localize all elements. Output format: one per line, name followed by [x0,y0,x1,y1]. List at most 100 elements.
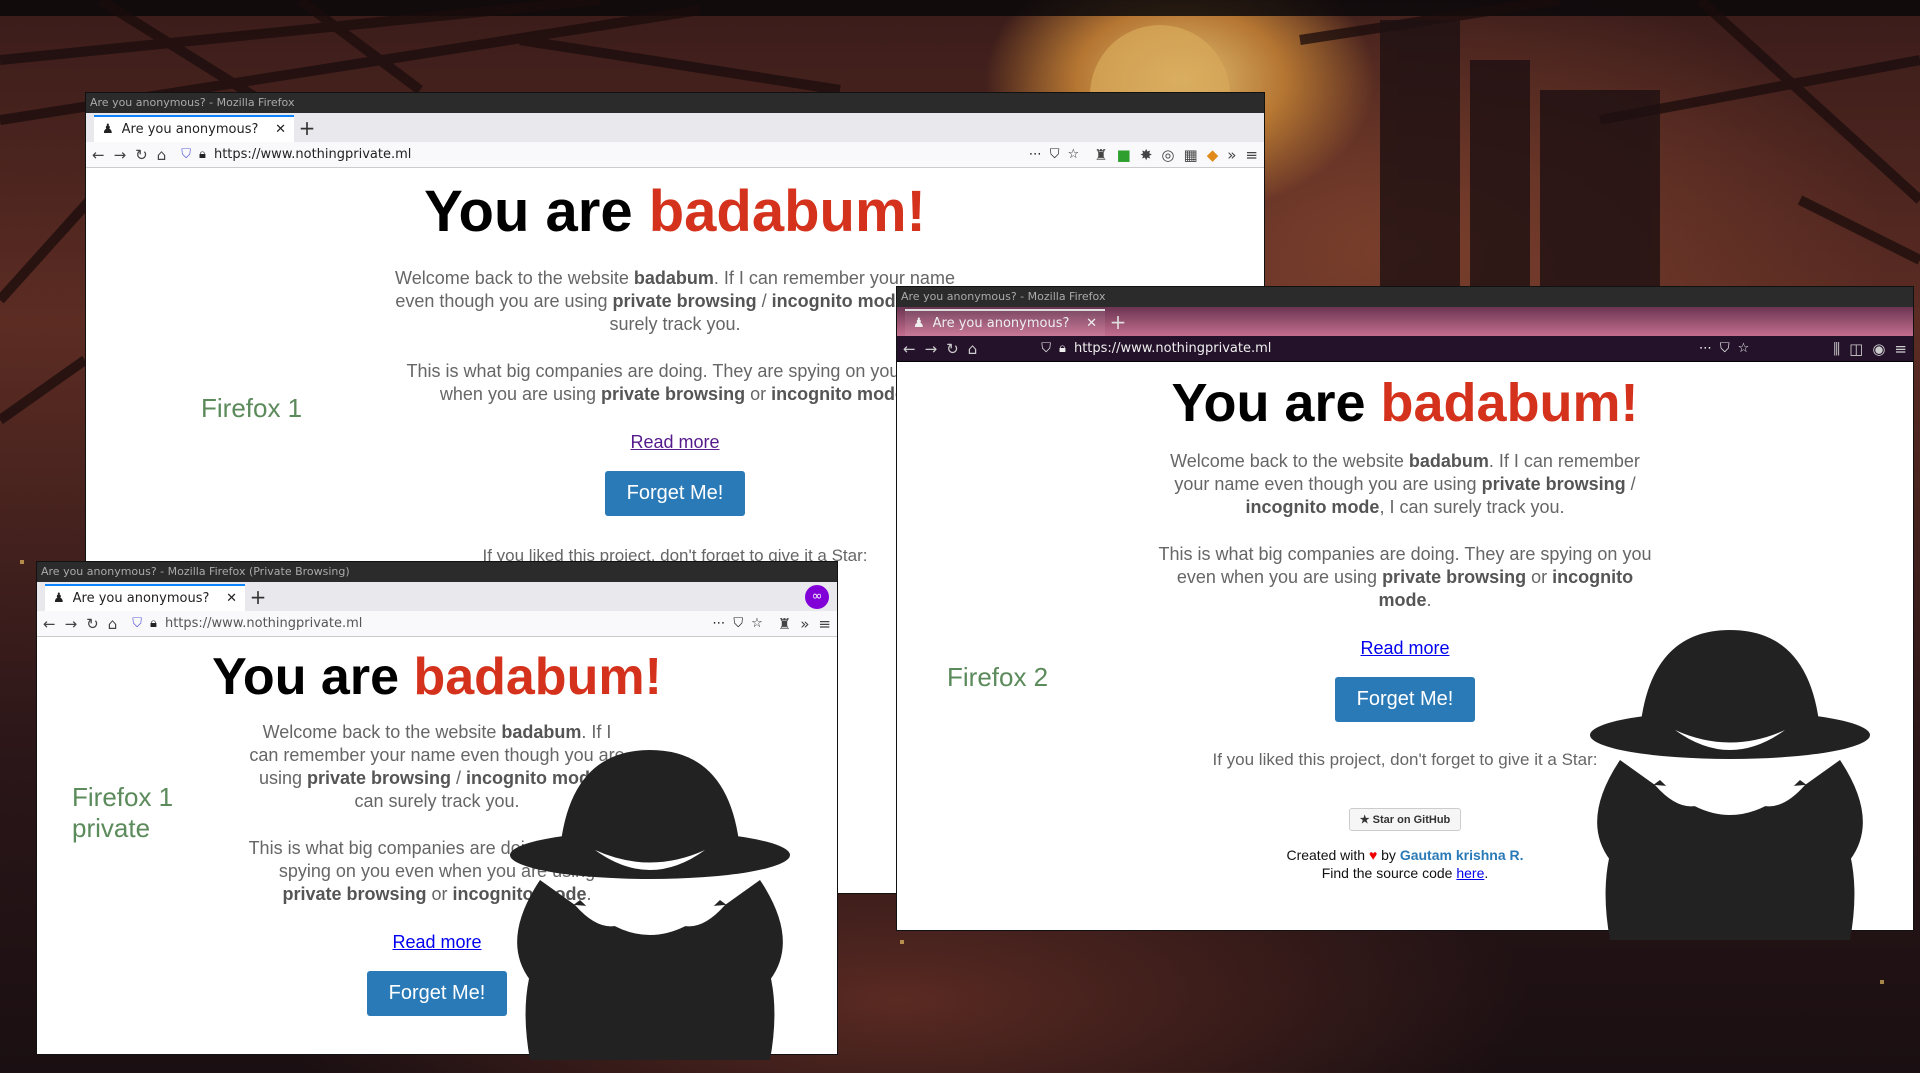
window-title: Are you anonymous? - Mozilla Firefox [897,287,1913,307]
url-text: https://www.nothingprivate.ml [1073,341,1272,356]
lock-icon: 🔒︎ [199,147,206,162]
or-text: or [745,384,772,404]
green-extension-icon[interactable]: ■ [1117,146,1131,164]
tab-anonymous[interactable]: ♟ Are you anonymous? ✕ [905,309,1105,336]
spying-text: This is what big companies are doing. Th… [1155,543,1655,612]
close-tab-icon[interactable]: ✕ [275,122,286,137]
pocket-icon[interactable]: ⛉ [1720,341,1730,356]
heading-name: badabum! [1380,373,1639,433]
spiral-extension-icon[interactable]: ◎ [1161,146,1174,164]
reload-icon[interactable]: ↻ [86,615,99,633]
shield-icon[interactable]: ⛉ [132,616,142,631]
sidebar-icon[interactable]: ◫ [1849,340,1863,358]
created-text: Created with [1286,847,1366,863]
welcome-text: Welcome back to the website badabum. If … [395,267,955,336]
new-tab-button[interactable]: + [1105,310,1131,336]
url-bar[interactable]: ⛉ 🔒︎ https://www.nothingprivate.ml ⋯ ⛉ ☆ [126,613,769,635]
bug-extension-icon[interactable]: ✸ [1140,146,1153,164]
or-text: or [1526,567,1553,587]
forget-me-button[interactable]: Forget Me! [1334,677,1476,722]
close-tab-icon[interactable]: ✕ [1086,316,1097,331]
tab-title: Are you anonymous? [72,591,210,606]
forget-me-button[interactable]: Forget Me! [604,471,746,516]
home-icon[interactable]: ⌂ [108,615,118,633]
source-link[interactable]: here [1456,865,1484,881]
bookmark-star-icon[interactable]: ☆ [1738,341,1750,356]
welcome-name: badabum [1408,451,1489,471]
heart-icon: ♥ [1368,847,1378,863]
overflow-chevron-icon[interactable]: » [1227,146,1236,164]
pb-text: private browsing [1481,474,1626,494]
shield-icon[interactable]: ⛉ [181,147,191,162]
tab-strip: ♟ Are you anonymous? ✕ + [897,307,1913,336]
source-end: . [1484,865,1489,881]
read-more-link[interactable]: Read more [392,932,481,952]
bookmark-star-icon[interactable]: ☆ [1068,147,1080,162]
read-more-link[interactable]: Read more [1360,638,1449,658]
back-icon[interactable]: ← [92,146,105,164]
reload-icon[interactable]: ↻ [135,146,148,164]
lock-icon: 🔒︎ [1059,341,1066,356]
heading-prefix: You are [1171,373,1366,433]
new-tab-button[interactable]: + [294,116,320,142]
tab-anonymous[interactable]: ♟ Are you anonymous? ✕ [94,115,294,142]
star-on-github-button[interactable]: ★ Star on GitHub [1348,808,1462,831]
grid-extension-icon[interactable]: ▦ [1184,146,1198,164]
shield-icon[interactable]: ⛉ [1041,341,1051,356]
page-actions-icon[interactable]: ⋯ [712,616,725,631]
overflow-chevron-icon[interactable]: » [800,615,809,633]
pocket-icon[interactable]: ⛉ [1050,147,1060,162]
library-icon[interactable]: ⫼ [1833,340,1840,358]
reload-icon[interactable]: ↻ [946,340,959,358]
tab-title: Are you anonymous? [932,316,1070,331]
window-title: Are you anonymous? - Mozilla Firefox (Pr… [37,562,837,582]
back-icon[interactable]: ← [903,340,916,358]
period: . [1426,590,1432,610]
incognito-spy-icon [510,750,790,1060]
menu-hamburger-icon[interactable]: ≡ [1894,340,1907,358]
slash: / [1625,474,1636,494]
star-button-label: Star on GitHub [1372,814,1451,826]
incognito-spy-icon [1590,630,1870,940]
account-icon[interactable]: ◉ [1872,340,1885,358]
url-text: https://www.nothingprivate.ml [164,616,363,631]
incognito-text: incognito mode [1245,497,1380,517]
url-bar[interactable]: ⛉ 🔒︎ https://www.nothingprivate.ml ⋯ ⛉ ☆ [175,144,1085,166]
pb-text: private browsing [1382,567,1527,587]
back-icon[interactable]: ← [43,615,56,633]
home-icon[interactable]: ⌂ [157,146,167,164]
page-actions-icon[interactable]: ⋯ [1029,147,1042,162]
private-browsing-mask-icon: ∞ [805,585,829,609]
forward-icon[interactable]: → [65,615,78,633]
extension-icon[interactable]: ♜ [1094,146,1107,164]
tab-title: Are you anonymous? [121,122,259,137]
forward-icon[interactable]: → [114,146,127,164]
url-text: https://www.nothingprivate.ml [213,147,412,162]
pb-text: private browsing [601,384,746,404]
forward-icon[interactable]: → [925,340,938,358]
menu-hamburger-icon[interactable]: ≡ [818,615,831,633]
menu-hamburger-icon[interactable]: ≡ [1245,146,1258,164]
welcome-name: badabum [633,268,714,288]
url-bar[interactable]: ⛉ 🔒︎ https://www.nothingprivate.ml ⋯ ⛉ ☆ [1035,338,1755,360]
close-tab-icon[interactable]: ✕ [226,591,237,606]
or-text: or [426,884,453,904]
bookmark-star-icon[interactable]: ☆ [751,616,763,631]
author-link[interactable]: Gautam krishna R. [1400,847,1524,863]
page-actions-icon[interactable]: ⋯ [1699,341,1712,356]
tab-anonymous[interactable]: ♟ Are you anonymous? ✕ [45,584,245,611]
new-tab-button[interactable]: + [245,585,271,611]
pocket-icon[interactable]: ⛉ [733,616,743,631]
fox-extension-icon[interactable]: ◆ [1207,146,1219,164]
incognito-text: incognito mode [771,384,906,404]
read-more-link[interactable]: Read more [630,432,719,452]
spying-text: This is what big companies are doing. Th… [395,360,955,406]
incognito-text: incognito mode [771,291,906,311]
spy-favicon-icon: ♟ [53,591,65,606]
welcome-part1: Welcome back to the website [1170,451,1404,471]
nav-bar: ← → ↻ ⌂ ⛉ 🔒︎ https://www.nothingprivate.… [37,611,837,637]
extension-icon[interactable]: ♜ [778,615,791,633]
welcome-text: Welcome back to the website badabum. If … [1155,450,1655,519]
home-icon[interactable]: ⌂ [968,340,978,358]
pb-text: private browsing [612,291,757,311]
